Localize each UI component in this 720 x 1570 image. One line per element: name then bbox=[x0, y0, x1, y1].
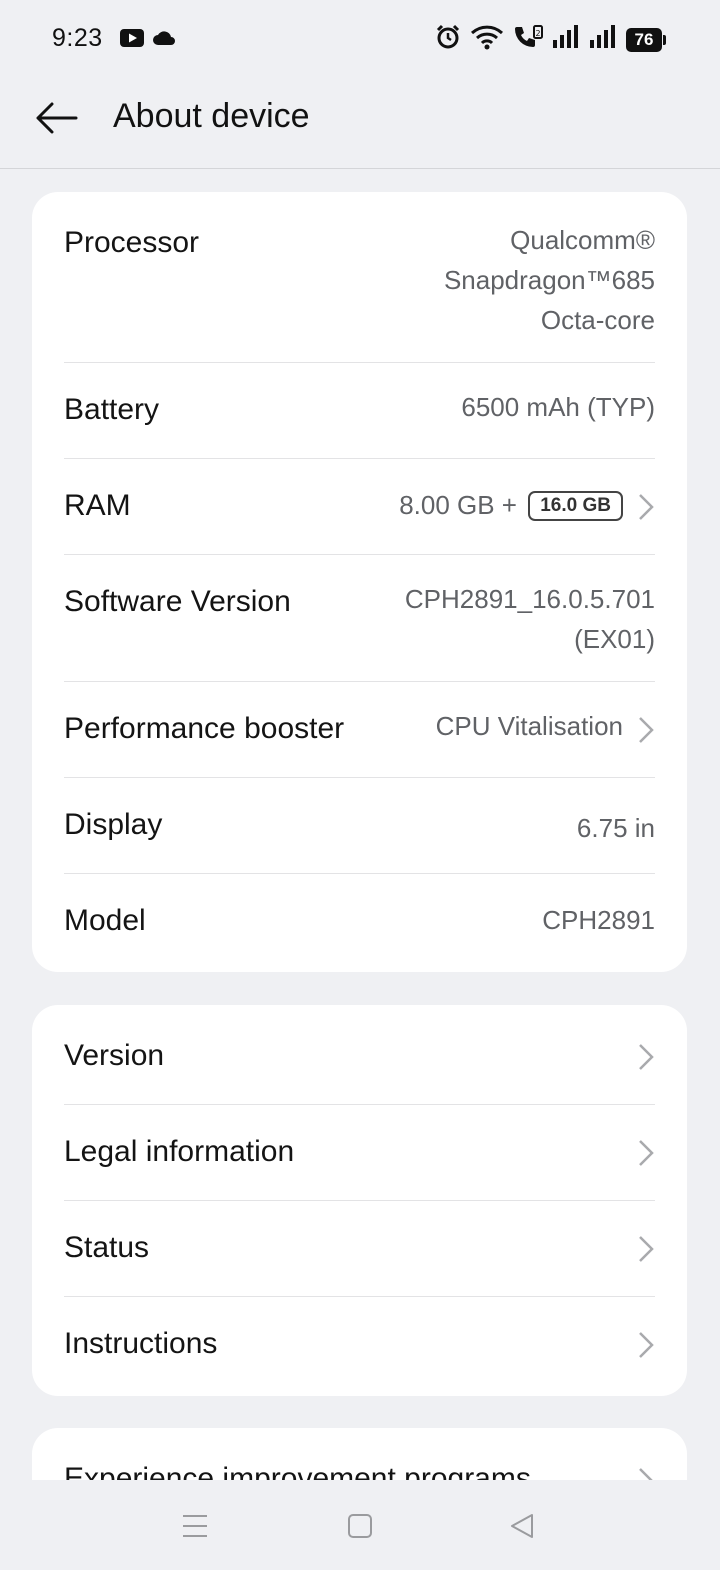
software-version-line1: CPH2891_16.0.5.701 bbox=[404, 584, 655, 614]
signal-1-icon bbox=[552, 24, 580, 55]
version-label: Version bbox=[64, 1039, 165, 1072]
chevron-right-icon bbox=[639, 1140, 654, 1166]
legal-information-label: Legal information bbox=[64, 1135, 295, 1168]
status-bar: 9:23 2 76 bbox=[0, 0, 720, 80]
processor-value: Qualcomm® Snapdragon™685 Octa-core bbox=[444, 220, 655, 340]
back-button[interactable] bbox=[32, 96, 80, 140]
home-button[interactable] bbox=[340, 1506, 380, 1546]
menu-item-status[interactable]: Status bbox=[64, 1201, 655, 1297]
status-time: 9:23 bbox=[52, 24, 103, 52]
model-label: Model bbox=[64, 904, 146, 937]
youtube-icon bbox=[120, 29, 144, 52]
ram-base-value: 8.00 GB + bbox=[399, 490, 517, 520]
arrow-left-icon bbox=[36, 102, 78, 134]
processor-value-line1: Qualcomm® bbox=[510, 225, 655, 255]
volte-call-icon: 2 bbox=[513, 24, 543, 55]
alarm-icon bbox=[435, 24, 461, 55]
info-menu-card: Version Legal information Status Instruc… bbox=[32, 1005, 687, 1396]
spec-row-battery: Battery 6500 mAh (TYP) bbox=[64, 363, 655, 459]
menu-item-legal-information[interactable]: Legal information bbox=[64, 1105, 655, 1201]
more-menu-card: Experience improvement programs bbox=[32, 1428, 687, 1480]
back-nav-button[interactable] bbox=[502, 1506, 542, 1546]
performance-booster-label: Performance booster bbox=[64, 712, 345, 745]
recents-icon bbox=[183, 1515, 207, 1537]
ram-value: 8.00 GB + 16.0 GB bbox=[399, 485, 623, 525]
menu-item-instructions[interactable]: Instructions bbox=[64, 1297, 655, 1396]
spec-row-software: Software Version CPH2891_16.0.5.701 (EX0… bbox=[64, 555, 655, 682]
software-version-label: Software Version bbox=[64, 585, 291, 618]
battery-label: Battery bbox=[64, 393, 160, 426]
software-version-line2: (EX01) bbox=[574, 624, 655, 654]
chevron-right-icon bbox=[639, 1468, 653, 1480]
page-title: About device bbox=[113, 97, 310, 135]
status-label: Status bbox=[64, 1231, 150, 1264]
signal-2-icon bbox=[589, 24, 617, 55]
spec-row-performance[interactable]: Performance booster CPU Vitalisation bbox=[64, 682, 655, 778]
experience-improvement-programs-label[interactable]: Experience improvement programs bbox=[64, 1462, 531, 1480]
display-label: Display bbox=[64, 808, 163, 841]
processor-label: Processor bbox=[64, 226, 200, 259]
spec-row-processor: Processor Qualcomm® Snapdragon™685 Octa-… bbox=[64, 192, 655, 363]
chevron-right-icon bbox=[639, 1332, 654, 1358]
spec-row-ram[interactable]: RAM 8.00 GB + 16.0 GB bbox=[64, 459, 655, 555]
wifi-icon bbox=[470, 24, 504, 55]
model-value: CPH2891 bbox=[542, 905, 655, 935]
spec-row-model: Model CPH2891 bbox=[64, 874, 655, 972]
cloud-icon bbox=[152, 30, 176, 51]
display-value: 6.75 in bbox=[576, 813, 655, 843]
instructions-label: Instructions bbox=[64, 1327, 218, 1360]
svg-text:2: 2 bbox=[535, 29, 540, 38]
system-nav-bar bbox=[0, 1480, 720, 1570]
spec-row-display: Display 6.75 in bbox=[64, 778, 655, 874]
battery-icon: 76 bbox=[626, 27, 666, 52]
performance-booster-value: CPU Vitalisation bbox=[435, 711, 623, 741]
battery-level: 76 bbox=[626, 27, 662, 52]
home-icon bbox=[348, 1514, 372, 1538]
ram-expansion-badge: 16.0 GB bbox=[528, 491, 623, 521]
battery-value: 6500 mAh (TYP) bbox=[461, 392, 655, 422]
ram-label: RAM bbox=[64, 489, 131, 522]
back-triangle-icon bbox=[511, 1514, 533, 1538]
chevron-right-icon bbox=[639, 494, 654, 520]
app-header: About device bbox=[0, 80, 720, 169]
device-specs-card: Processor Qualcomm® Snapdragon™685 Octa-… bbox=[32, 192, 687, 972]
processor-value-line2: Snapdragon™685 bbox=[443, 265, 655, 295]
menu-item-version[interactable]: Version bbox=[64, 1005, 655, 1105]
software-version-value: CPH2891_16.0.5.701 (EX01) bbox=[405, 579, 655, 659]
processor-value-line3: Octa-core bbox=[540, 305, 655, 335]
chevron-right-icon bbox=[639, 1044, 654, 1070]
chevron-right-icon bbox=[639, 717, 654, 743]
recents-button[interactable] bbox=[175, 1506, 215, 1546]
chevron-right-icon bbox=[639, 1236, 654, 1262]
